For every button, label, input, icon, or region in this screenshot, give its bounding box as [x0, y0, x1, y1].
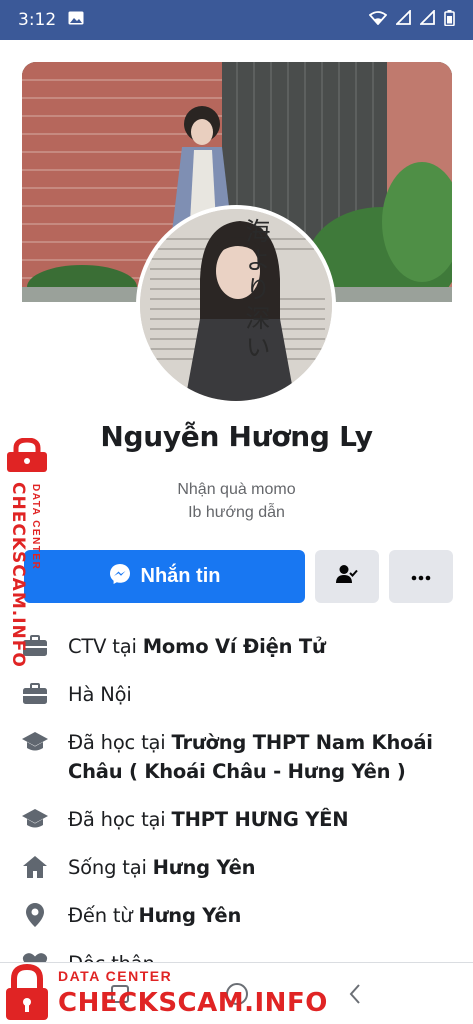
info-item-work-location[interactable]: Hà Nội [20, 680, 460, 709]
message-button-label: Nhắn tin [140, 565, 221, 587]
message-button[interactable]: Nhắn tin [24, 550, 305, 603]
watermark-brand: CHECKSCAM.INFO [58, 988, 328, 1018]
signal-icon [418, 8, 435, 30]
info-item-work[interactable]: CTV tại Momo Ví Điện Tử [20, 632, 460, 661]
home-icon [20, 853, 50, 881]
watermark-brand: CHECKSCAM.INFO [8, 482, 28, 668]
info-text: Đến từ Hưng Yên [68, 904, 242, 927]
info-item-lives-in[interactable]: Sống tại Hưng Yên [20, 853, 460, 882]
back-button[interactable] [340, 979, 370, 1009]
profile-name: Nguyễn Hương Ly [100, 420, 373, 453]
profile-info-list: CTV tại Momo Ví Điện Tử Hà Nội Đã học tạ… [20, 632, 460, 997]
info-item-education[interactable]: Đã học tại THPT HƯNG YÊN [20, 805, 460, 834]
watermark-tag: DATA CENTER [30, 484, 41, 571]
wifi-icon [368, 10, 388, 30]
info-text: Đã học tại THPT HƯNG YÊN [68, 808, 349, 831]
friend-status-button[interactable] [315, 550, 379, 603]
battery-icon [444, 9, 455, 31]
profile-bio: Nhận quà momo Ib hướng dẫn [0, 478, 473, 524]
bottom-watermark: DATA CENTER CHECKSCAM.INFO [0, 962, 327, 1024]
gallery-notification-icon [68, 11, 84, 30]
more-dots-icon [411, 568, 431, 586]
lock-icon [4, 963, 50, 1024]
more-options-button[interactable] [389, 550, 453, 603]
info-text: Hà Nội [68, 683, 132, 706]
location-pin-icon [20, 901, 50, 929]
info-text: Sống tại Hưng Yên [68, 856, 256, 879]
info-item-education[interactable]: Đã học tại Trường THPT Nam Khoái Châu ( … [20, 728, 460, 786]
profile-avatar[interactable] [136, 205, 336, 405]
lock-icon [2, 437, 52, 479]
signal-icon [394, 8, 411, 30]
watermark-tag: DATA CENTER [58, 968, 173, 984]
side-watermark: CHECKSCAM.INFO DATA CENTER [2, 437, 54, 668]
graduation-cap-icon [20, 728, 50, 756]
friend-check-icon [336, 564, 358, 589]
bio-line: Ib hướng dẫn [188, 504, 285, 521]
graduation-cap-icon [20, 805, 50, 833]
info-text: Đã học tại Trường THPT Nam Khoái Châu ( … [68, 731, 433, 783]
briefcase-icon [20, 680, 50, 708]
status-time: 3:12 [18, 10, 57, 30]
info-text: CTV tại Momo Ví Điện Tử [68, 635, 326, 658]
avatar-vertical-text: 海より深い [242, 218, 271, 363]
messenger-icon [109, 563, 131, 591]
info-item-from[interactable]: Đến từ Hưng Yên [20, 901, 460, 930]
bio-line: Nhận quà momo [177, 481, 296, 498]
status-bar: 3:12 [0, 0, 473, 40]
